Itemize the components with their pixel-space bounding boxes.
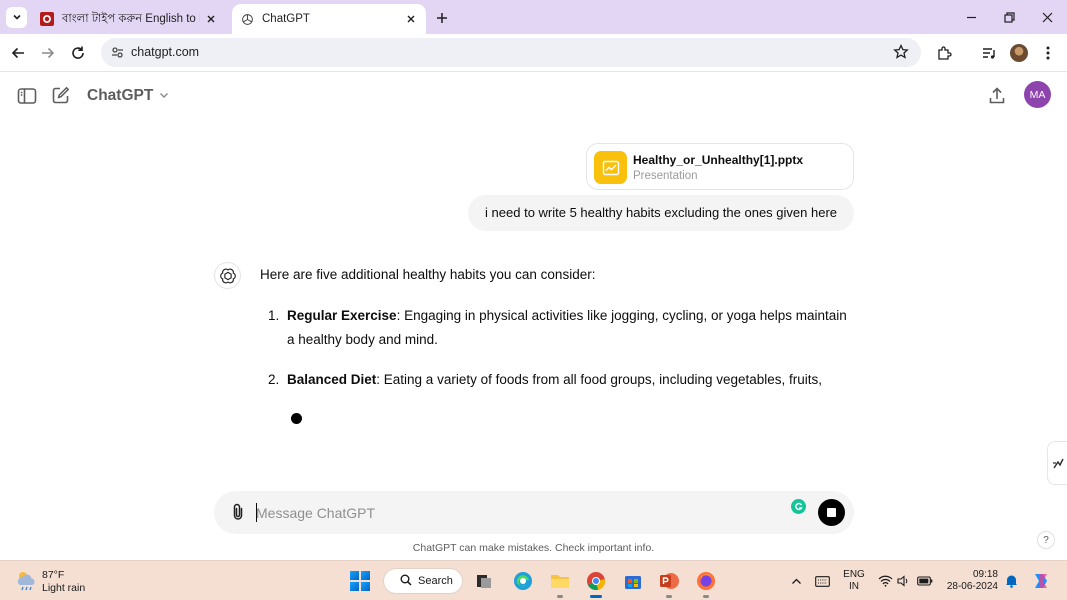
language-code: ENG — [843, 569, 865, 580]
restore-icon[interactable] — [999, 7, 1019, 27]
battery-icon[interactable] — [916, 572, 934, 590]
url-text: chatgpt.com — [131, 45, 200, 59]
tab-search-button[interactable] — [6, 7, 27, 28]
reload-icon[interactable] — [67, 42, 89, 64]
disclaimer-text: ChatGPT can make mistakes. Check importa… — [412, 542, 655, 554]
stop-generating-button[interactable] — [818, 499, 845, 526]
side-panel-handle[interactable] — [1047, 441, 1067, 485]
chevron-down-icon — [12, 9, 22, 27]
running-indicator — [666, 595, 672, 598]
bangla-site-favicon — [40, 12, 54, 26]
windows-taskbar: 87°F Light rain Search ENG IN 09:18 28-0… — [0, 560, 1067, 600]
search-label: Search — [418, 575, 453, 587]
openai-logo-icon — [214, 262, 241, 289]
menu-dots-icon[interactable] — [1038, 43, 1058, 63]
chrome-icon[interactable] — [584, 569, 608, 598]
forward-icon[interactable] — [37, 42, 59, 64]
copilot-icon[interactable] — [1030, 570, 1052, 592]
attachment-name: Healthy_or_Unhealthy[1].pptx — [633, 153, 804, 167]
file-explorer-icon[interactable] — [548, 569, 572, 598]
sidebar-toggle-icon[interactable] — [16, 85, 38, 107]
help-button[interactable]: ? — [1037, 531, 1055, 549]
taskbar-search[interactable]: Search — [383, 568, 463, 594]
chat-header: ChatGPT — [0, 73, 1067, 119]
habit-list: 1. Regular Exercise: Engaging in physica… — [260, 304, 850, 409]
model-name: ChatGPT — [87, 87, 154, 104]
weather-description: Light rain — [42, 582, 86, 594]
address-bar[interactable]: chatgpt.com — [101, 38, 921, 67]
browser-toolbar: chatgpt.com — [0, 34, 1067, 72]
minimize-icon[interactable] — [961, 7, 981, 27]
tab-chatgpt[interactable]: ChatGPT — [232, 4, 426, 34]
running-indicator — [703, 595, 709, 598]
share-icon[interactable] — [986, 85, 1008, 107]
close-icon[interactable] — [204, 12, 218, 26]
extensions-icon[interactable] — [934, 43, 954, 63]
weather-rain-icon[interactable] — [14, 569, 38, 591]
new-tab-icon[interactable] — [432, 8, 452, 28]
system-clock[interactable]: 09:18 28-06-2024 — [944, 569, 998, 593]
wifi-icon[interactable] — [876, 572, 894, 590]
edge-browser-icon[interactable] — [511, 569, 535, 593]
running-indicator — [557, 595, 563, 598]
presentation-file-icon — [594, 151, 627, 184]
firefox-icon[interactable] — [694, 569, 718, 598]
active-indicator — [590, 595, 602, 598]
close-icon[interactable] — [404, 12, 418, 26]
habit-description: : Eating a variety of foods from all foo… — [376, 372, 823, 387]
keyboard-icon[interactable] — [813, 572, 831, 590]
model-selector[interactable]: ChatGPT — [87, 87, 169, 105]
search-icon — [400, 574, 412, 589]
new-chat-icon[interactable] — [49, 84, 71, 106]
attachment-type: Presentation — [633, 170, 698, 182]
habit-term: Balanced Diet — [287, 372, 377, 387]
list-item: 2. Balanced Diet: Eating a variety of fo… — [260, 368, 850, 392]
microsoft-store-icon[interactable] — [621, 569, 645, 593]
site-info-icon[interactable] — [109, 44, 125, 60]
weather-temperature: 87°F — [42, 569, 65, 581]
volume-icon[interactable] — [895, 572, 913, 590]
tab-bangla-type[interactable]: বাংলা টাইপ করুন English to Bengali — [30, 4, 226, 34]
close-window-icon[interactable] — [1037, 7, 1057, 27]
paperclip-icon[interactable] — [228, 502, 248, 522]
tab-title: বাংলা টাইপ করুন English to Bengali — [62, 12, 200, 25]
clock-date: 28-06-2024 — [946, 581, 998, 592]
task-view-icon[interactable] — [472, 569, 496, 593]
grammarly-icon[interactable] — [791, 499, 806, 514]
user-avatar[interactable]: MA — [1024, 81, 1051, 108]
assistant-intro: Here are five additional healthy habits … — [260, 267, 596, 282]
attachment-card[interactable]: Healthy_or_Unhealthy[1].pptx Presentatio… — [586, 143, 854, 190]
notification-bell-icon[interactable] — [1002, 572, 1020, 590]
list-number: 2. — [268, 372, 280, 387]
chevron-up-icon[interactable] — [787, 572, 805, 590]
text-caret — [256, 503, 257, 522]
powerpoint-icon[interactable] — [657, 569, 681, 598]
chevron-down-icon — [159, 87, 169, 105]
message-input[interactable] — [256, 499, 776, 526]
windows-start-icon[interactable] — [350, 571, 370, 591]
message-composer — [214, 491, 854, 534]
openai-logo-icon — [240, 12, 254, 26]
back-icon[interactable] — [7, 42, 29, 64]
bookmark-star-icon[interactable] — [893, 43, 909, 60]
user-message: i need to write 5 healthy habits excludi… — [468, 195, 854, 231]
tab-title: ChatGPT — [262, 13, 310, 25]
clock-time: 09:18 — [972, 569, 998, 580]
media-control-icon[interactable] — [979, 43, 999, 63]
list-item: 1. Regular Exercise: Engaging in physica… — [260, 304, 850, 351]
browser-profile-avatar[interactable] — [1010, 44, 1028, 62]
language-indicator[interactable]: ENG IN — [842, 569, 866, 593]
tab-strip: বাংলা টাইপ করুন English to Bengali ChatG… — [0, 0, 1067, 34]
list-number: 1. — [268, 308, 280, 323]
streaming-indicator — [291, 413, 302, 424]
habit-term: Regular Exercise — [287, 308, 397, 323]
stop-icon — [827, 508, 836, 517]
region-code: IN — [849, 581, 859, 592]
